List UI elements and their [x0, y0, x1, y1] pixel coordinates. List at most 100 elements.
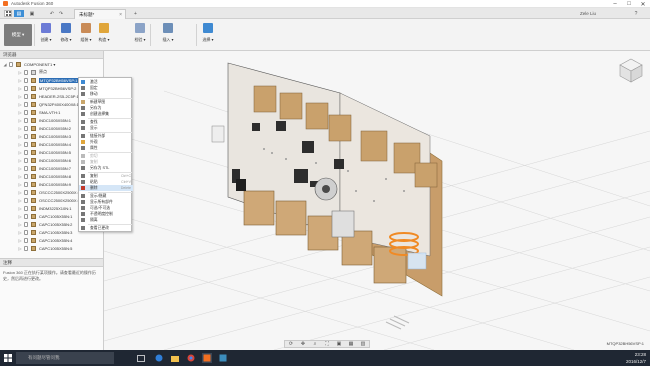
viewport-icon[interactable]: ▥	[361, 341, 366, 347]
ribbon-tool-5[interactable]: 插入 ▾	[160, 23, 176, 49]
close-tab-icon[interactable]: ×	[119, 12, 122, 18]
visibility-icon[interactable]	[24, 221, 28, 227]
view-cube-icon[interactable]	[618, 57, 644, 83]
expand-arrow-icon[interactable]: ▷	[18, 165, 22, 171]
minimize-button[interactable]: –	[608, 0, 622, 8]
visibility-icon[interactable]	[24, 109, 28, 115]
workspace-switcher[interactable]: 模型 ▾	[4, 24, 32, 46]
tree-item[interactable]: ▷ 原点	[0, 68, 104, 76]
expand-arrow-icon[interactable]: ▷	[18, 245, 22, 251]
user-account-menu[interactable]: Zele Liu	[580, 10, 620, 17]
visibility-icon[interactable]	[24, 157, 28, 163]
expand-arrow-icon[interactable]: ▷	[18, 229, 22, 235]
expand-arrow-icon[interactable]: ▷	[18, 77, 22, 83]
grid-settings-icon[interactable]: ▦	[349, 341, 354, 347]
new-tab-button[interactable]: +	[132, 10, 139, 17]
visibility-icon[interactable]	[24, 245, 28, 251]
file-explorer-icon[interactable]	[170, 353, 180, 363]
ribbon-tool-2[interactable]: 组装 ▾	[78, 23, 94, 49]
visibility-icon[interactable]	[24, 173, 28, 179]
visibility-icon[interactable]	[24, 189, 28, 195]
ribbon-tool-6[interactable]: 选择 ▾	[200, 23, 216, 49]
expand-arrow-icon[interactable]: ▷	[18, 213, 22, 219]
context-menu-item[interactable]: 属性	[79, 145, 133, 151]
expand-arrow-icon[interactable]: ▷	[18, 237, 22, 243]
visibility-icon[interactable]	[24, 125, 28, 131]
tree-root[interactable]: ◢ COMPONENT1 ▾	[0, 60, 104, 68]
chrome-icon[interactable]	[186, 353, 196, 363]
ribbon-tool-3[interactable]: 构造 ▾	[96, 23, 112, 49]
visibility-icon[interactable]	[24, 165, 28, 171]
expand-arrow-icon[interactable]: ▷	[18, 109, 22, 115]
taskbar-search[interactable]: 有问题尽管问我	[16, 352, 114, 364]
orbit-icon[interactable]: ⟳	[289, 341, 294, 347]
tree-item[interactable]: ▷ CAPC1005X55N:4	[0, 236, 104, 244]
start-button[interactable]	[2, 352, 14, 364]
visibility-icon[interactable]	[24, 69, 28, 75]
tree-item[interactable]: ▷ CAPC1005X55N:5	[0, 244, 104, 252]
context-menu-item[interactable]: 另存为 STL	[79, 165, 133, 171]
expand-arrow-icon[interactable]: ▷	[18, 141, 22, 147]
visibility-icon[interactable]	[24, 85, 28, 91]
app-taskbar-icon[interactable]	[218, 353, 228, 363]
close-window-button[interactable]: ✕	[636, 0, 650, 8]
expand-arrow-icon[interactable]: ▷	[18, 149, 22, 155]
expand-arrow-icon[interactable]: ▷	[18, 205, 22, 211]
file-menu-button[interactable]: ▤	[14, 10, 24, 17]
visibility-icon[interactable]	[24, 149, 28, 155]
display-settings-icon[interactable]: ▣	[337, 341, 342, 347]
expand-arrow-icon[interactable]: ▷	[18, 157, 22, 163]
fusion-taskbar-icon[interactable]	[202, 353, 212, 363]
edge-browser-icon[interactable]	[154, 353, 164, 363]
context-menu-item[interactable]: 删除 Delete	[79, 185, 133, 191]
document-tab[interactable]: 未标题* ×	[74, 9, 126, 19]
visibility-icon[interactable]	[24, 117, 28, 123]
expand-arrow-icon[interactable]: ▷	[18, 125, 22, 131]
context-menu-item[interactable]: 隔离	[79, 217, 133, 223]
expand-arrow-icon[interactable]: ▷	[18, 69, 22, 75]
collapse-arrow-icon[interactable]: ◢	[3, 61, 7, 67]
visibility-icon[interactable]	[9, 61, 13, 67]
ribbon-tool-1[interactable]: 修改 ▾	[58, 23, 74, 49]
zoom-icon[interactable]: ⌕	[313, 341, 318, 347]
expand-arrow-icon[interactable]: ▷	[18, 221, 22, 227]
context-menu-item[interactable]: 查看已更改	[79, 225, 133, 231]
visibility-icon[interactable]	[24, 101, 28, 107]
visibility-icon[interactable]	[24, 213, 28, 219]
context-menu-item[interactable]: 显示	[79, 125, 133, 131]
ribbon-tool-4[interactable]: 检验 ▾	[132, 23, 148, 49]
expand-arrow-icon[interactable]: ▷	[18, 181, 22, 187]
view-cube[interactable]	[618, 57, 644, 85]
expand-arrow-icon[interactable]: ▷	[18, 197, 22, 203]
undo-button[interactable]: ↶	[48, 10, 56, 17]
visibility-icon[interactable]	[24, 133, 28, 139]
expand-arrow-icon[interactable]: ▷	[18, 101, 22, 107]
expand-arrow-icon[interactable]: ▷	[18, 85, 22, 91]
expand-arrow-icon[interactable]: ▷	[18, 173, 22, 179]
data-panel-button[interactable]	[4, 10, 12, 17]
context-menu-item[interactable]: 移动	[79, 91, 133, 97]
fit-icon[interactable]: ⛶	[325, 341, 330, 347]
task-view-icon[interactable]	[136, 353, 146, 363]
visibility-icon[interactable]	[24, 197, 28, 203]
design-canvas[interactable]: ⟳ ✥ ⌕ ⛶ ▣ ▦ ▥ MTQP32BH56VSP:1	[104, 51, 650, 350]
visibility-icon[interactable]	[24, 141, 28, 147]
expand-arrow-icon[interactable]: ▷	[18, 133, 22, 139]
pcb-assembly-model[interactable]	[104, 51, 650, 350]
ribbon-tool-0[interactable]: 创建 ▾	[38, 23, 54, 49]
help-button[interactable]: ?	[632, 10, 640, 17]
system-tray-clock[interactable]: 23:28 2016/12/7	[626, 351, 646, 365]
visibility-icon[interactable]	[24, 237, 28, 243]
expand-arrow-icon[interactable]: ▷	[18, 93, 22, 99]
visibility-icon[interactable]	[24, 77, 28, 83]
visibility-icon[interactable]	[24, 205, 28, 211]
visibility-icon[interactable]	[24, 181, 28, 187]
visibility-icon[interactable]	[24, 229, 28, 235]
redo-button[interactable]: ↷	[57, 10, 65, 17]
context-menu-item[interactable]: 创建选择集	[79, 111, 133, 117]
maximize-button[interactable]: □	[622, 0, 636, 8]
visibility-icon[interactable]	[24, 93, 28, 99]
save-button[interactable]: ▣	[28, 10, 36, 17]
pan-icon[interactable]: ✥	[301, 341, 306, 347]
expand-arrow-icon[interactable]: ▷	[18, 189, 22, 195]
